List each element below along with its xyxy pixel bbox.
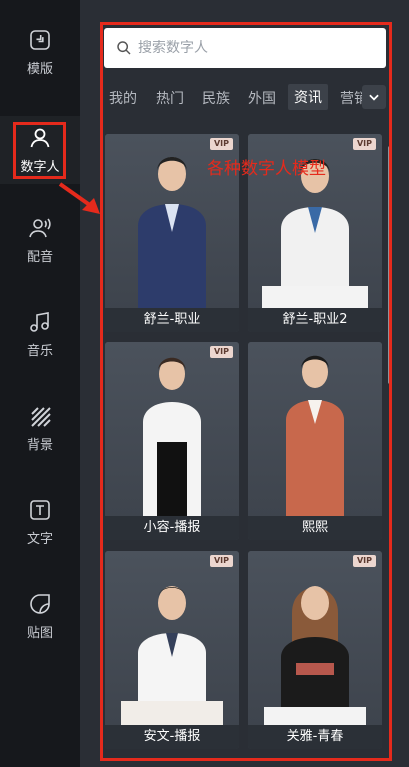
avatar-name: 小容-播报 <box>105 516 239 540</box>
annotation-text: 各种数字人模型 <box>207 159 326 179</box>
vip-badge: VIP <box>209 346 233 358</box>
nav-item-music[interactable]: 音乐 <box>0 300 80 368</box>
avatar-card[interactable]: VIP 安文-播报 <box>105 551 239 749</box>
avatar-name: 舒兰-职业 <box>105 308 239 332</box>
search-input[interactable] <box>138 40 378 56</box>
tab-news[interactable]: 资讯 <box>288 84 328 110</box>
nav-label: 背景 <box>26 437 53 453</box>
nav-label: 配音 <box>26 249 53 265</box>
avatar-figure <box>264 586 366 727</box>
avatar-name: 舒兰-职业2 <box>248 308 382 332</box>
vip-badge: VIP <box>352 138 376 150</box>
voice-icon <box>29 217 51 237</box>
background-stripes-icon <box>31 406 51 427</box>
nav-label: 模版 <box>26 61 53 77</box>
category-tabs: 我的 热门 民族 外国 资讯 营销 <box>104 84 390 114</box>
nav-item-text[interactable]: 文字 <box>0 488 80 556</box>
avatar-name: 安文-播报 <box>105 725 239 749</box>
tabs-expand-button[interactable] <box>362 85 386 109</box>
template-icon <box>30 29 50 50</box>
search-icon <box>117 41 131 55</box>
avatar-name: 熙熙 <box>248 516 382 540</box>
search-bar[interactable] <box>104 28 386 68</box>
text-icon <box>30 499 50 520</box>
tab-ethnic[interactable]: 民族 <box>202 88 230 108</box>
highlight-box-nav <box>13 122 66 179</box>
nav-label: 文字 <box>26 531 53 547</box>
avatar-name: 关雅-青春 <box>248 725 382 749</box>
avatar-image <box>105 551 239 727</box>
tab-hot[interactable]: 热门 <box>156 88 184 108</box>
avatar-image <box>105 342 239 518</box>
left-nav-rail: 模版 数字人 配音 音乐 背景 文字 贴图 <box>0 0 80 767</box>
annotation-arrow-icon <box>58 182 100 214</box>
scrollbar-thumb[interactable] <box>388 146 392 384</box>
avatar-figure <box>121 586 223 727</box>
chevron-down-icon <box>369 94 379 101</box>
vip-badge: VIP <box>209 138 233 150</box>
avatar-card[interactable]: VIP 关雅-青春 <box>248 551 382 749</box>
avatar-card[interactable]: 熙熙 <box>248 342 382 540</box>
avatar-card[interactable]: VIP 小容-播报 <box>105 342 239 540</box>
avatar-figure <box>143 357 201 518</box>
avatar-image <box>248 342 382 518</box>
nav-label: 音乐 <box>26 343 53 359</box>
nav-item-background[interactable]: 背景 <box>0 394 80 462</box>
tab-foreign[interactable]: 外国 <box>248 88 276 108</box>
avatar-figure <box>286 355 344 518</box>
nav-label: 贴图 <box>26 625 53 641</box>
sticker-icon <box>30 593 50 614</box>
vip-badge: VIP <box>209 555 233 567</box>
nav-item-template[interactable]: 模版 <box>0 18 80 86</box>
tab-mine[interactable]: 我的 <box>109 88 137 108</box>
nav-item-sticker[interactable]: 贴图 <box>0 582 80 650</box>
music-note-icon <box>30 311 49 332</box>
avatar-image <box>248 551 382 727</box>
vip-badge: VIP <box>352 555 376 567</box>
